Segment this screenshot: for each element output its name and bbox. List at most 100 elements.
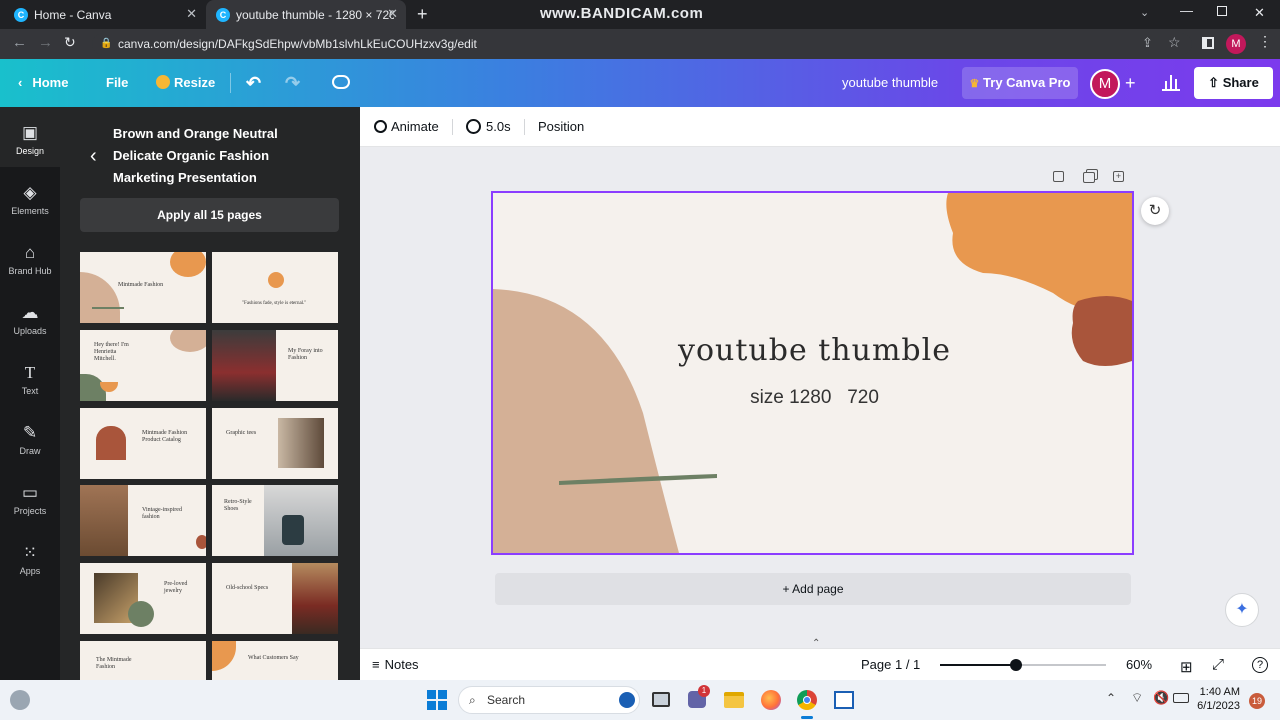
close-window-icon[interactable]: ✕ (1254, 5, 1265, 21)
rail-item-design[interactable]: ▣ Design (0, 123, 60, 156)
template-page-thumbnail[interactable]: Hey there! I'm Henrietta Mitchell. (80, 330, 206, 401)
tab-search-icon[interactable]: ⌄ (1140, 6, 1149, 19)
battery-icon[interactable] (1173, 693, 1189, 703)
duration-button[interactable]: 5.0s (466, 107, 511, 147)
document-title[interactable]: youtube thumble (842, 59, 938, 107)
home-button[interactable]: ‹ Home (18, 59, 68, 107)
tab-home-canva[interactable]: C Home - Canva ✕ (0, 0, 205, 29)
undo-icon[interactable]: ↶ (246, 59, 261, 107)
crown-icon (156, 75, 170, 89)
template-page-thumbnail[interactable]: Old-school Specs (212, 563, 338, 634)
back-chevron-icon[interactable]: ‹ (90, 145, 97, 168)
template-page-thumbnail[interactable]: The Mintmade Fashion (80, 641, 206, 680)
share-upload-icon: ⇧ (1208, 75, 1220, 90)
lock-page-icon[interactable] (1053, 171, 1064, 182)
rail-item-draw[interactable]: ✎ Draw (0, 423, 60, 456)
template-page-thumbnail[interactable]: Graphic tees (212, 408, 338, 479)
rail-item-projects[interactable]: ▭ Projects (0, 483, 60, 516)
side-panel-icon[interactable] (1202, 37, 1214, 49)
insights-chart-icon[interactable] (1162, 73, 1180, 91)
zoom-slider-track[interactable] (940, 659, 1106, 671)
teams-chat-icon[interactable]: 1 (688, 685, 710, 708)
template-page-thumbnail[interactable]: Retro-Style Shoes (212, 485, 338, 556)
notes-button[interactable]: ≡ Notes (372, 649, 419, 681)
animate-button[interactable]: Animate (374, 107, 439, 147)
help-icon[interactable]: ? (1252, 657, 1268, 673)
thumbnail-title: Vintage-inspired fashion (142, 507, 182, 520)
rail-item-uploads[interactable]: ☁ Uploads (0, 303, 60, 336)
forward-icon[interactable]: → (38, 34, 53, 51)
template-page-thumbnail[interactable]: Vintage-inspired fashion (80, 485, 206, 556)
notes-label: Notes (384, 657, 419, 672)
add-collaborator-icon[interactable]: + (1125, 59, 1136, 107)
template-page-thumbnail[interactable]: Mintmade Fashion Product Catalog (80, 408, 206, 479)
home-label: Home (32, 75, 69, 90)
rail-item-text[interactable]: T Text (0, 363, 60, 396)
zoom-slider-thumb[interactable] (1010, 659, 1022, 671)
template-page-thumbnail[interactable]: Mintmade Fashion (80, 252, 206, 323)
subtitle-text[interactable]: size 1280 720 (493, 387, 1132, 409)
try-canva-pro-button[interactable]: ♛ Try Canva Pro (962, 67, 1078, 99)
design-page[interactable]: youtube thumble size 1280 720 (491, 191, 1134, 555)
grid-view-icon[interactable]: ⊞ (1180, 658, 1193, 676)
file-menu-button[interactable]: File (106, 59, 128, 107)
volume-muted-icon[interactable]: 🔇 (1153, 690, 1169, 706)
rail-item-apps[interactable]: ⁙ Apps (0, 543, 60, 576)
share-button[interactable]: ⇧ Share (1194, 67, 1273, 99)
template-title-line: Delicate Organic Fashion (113, 148, 270, 163)
close-tab-icon[interactable]: ✕ (186, 6, 197, 22)
redo-icon[interactable]: ↷ (285, 59, 300, 107)
share-page-icon[interactable]: ⇪ (1142, 35, 1153, 51)
url-field[interactable]: 🔒 canva.com/design/DAFkgSdEhpw/vbMb1slvh… (92, 33, 1192, 55)
rail-label: Elements (11, 206, 49, 216)
reload-icon[interactable]: ↻ (64, 34, 76, 51)
rail-item-elements[interactable]: ◈ Elements (0, 183, 60, 216)
chrome-icon[interactable] (797, 690, 817, 710)
headline-text[interactable]: youtube thumble (493, 333, 1132, 368)
duplicate-page-icon[interactable] (1083, 172, 1095, 183)
notification-center-badge[interactable]: 19 (1249, 693, 1265, 709)
rail-label: Apps (19, 566, 41, 576)
task-view-icon[interactable] (652, 692, 670, 707)
magic-assistant-icon[interactable]: ✦ (1225, 593, 1259, 627)
close-tab-icon[interactable]: ✕ (387, 6, 398, 22)
template-page-thumbnail[interactable]: Pre-loved jewelry (80, 563, 206, 634)
vertical-scrollbar[interactable] (1268, 148, 1280, 640)
apply-all-pages-button[interactable]: Apply all 15 pages (80, 198, 339, 232)
rotate-handle-icon[interactable]: ↻ (1141, 197, 1169, 225)
file-explorer-icon[interactable] (724, 692, 744, 708)
clock[interactable]: 1:40 AM 6/1/2023 (1196, 685, 1240, 713)
weather-icon[interactable] (10, 690, 30, 710)
browser-menu-icon[interactable]: ⋮ (1258, 33, 1272, 50)
template-page-thumbnail[interactable]: My Foray into Fashion (212, 330, 338, 401)
position-button[interactable]: Position (538, 107, 584, 147)
page-indicator[interactable]: Page 1 / 1 (861, 649, 920, 681)
firefox-icon[interactable] (761, 690, 781, 710)
add-page-button[interactable]: + Add page (495, 573, 1131, 605)
cloud-save-icon[interactable] (332, 75, 350, 89)
user-avatar[interactable]: M (1090, 69, 1120, 99)
fullscreen-icon[interactable]: ⤢ (1212, 656, 1224, 673)
windows-start-icon[interactable] (427, 690, 447, 710)
profile-avatar[interactable]: M (1226, 34, 1246, 54)
minimize-icon[interactable]: — (1180, 3, 1193, 18)
bookmark-star-icon[interactable]: ☆ (1168, 34, 1181, 51)
template-page-thumbnail[interactable]: What Customers Say (212, 641, 338, 680)
rail-item-brand-hub[interactable]: ⌂ Brand Hub (0, 243, 60, 276)
decorative-shapes (493, 193, 1132, 553)
add-page-icon[interactable]: + (1113, 171, 1124, 182)
zoom-level[interactable]: 60% (1126, 649, 1152, 681)
new-tab-icon[interactable]: + (417, 4, 428, 25)
thumbnail-title: Retro-Style Shoes (224, 499, 252, 512)
tray-chevron-icon[interactable]: ⌃ (1106, 691, 1116, 705)
tab-youtube-thumble[interactable]: C youtube thumble - 1280 × 720px ✕ (206, 0, 406, 29)
clock-date: 6/1/2023 (1197, 700, 1240, 712)
rail-label: Uploads (13, 326, 47, 336)
back-icon[interactable]: ← (12, 34, 27, 51)
template-page-thumbnail[interactable]: "Fashions fade, style is eternal." (212, 252, 338, 323)
taskbar-search-box[interactable]: ⌕ Search (458, 686, 640, 714)
wifi-icon[interactable]: ⌔ (1131, 690, 1143, 706)
resize-button[interactable]: Resize (156, 59, 215, 107)
maximize-icon[interactable] (1217, 6, 1227, 16)
bandicam-app-icon[interactable] (834, 691, 854, 709)
